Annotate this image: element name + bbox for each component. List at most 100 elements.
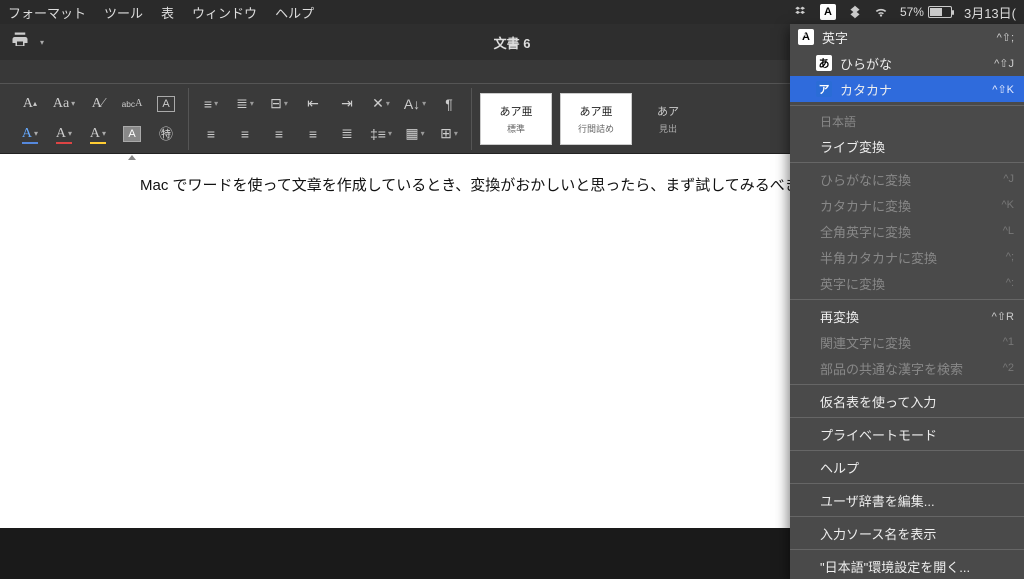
shortcut-label: ^2 [1003,362,1014,374]
input-source-menu: ✓ A 英字 ^⇧; あ ひらがな ^⇧J ア カタカナ ^⇧K 日本語 ライブ… [790,24,1024,579]
text-effects-button[interactable]: A▾ [16,122,44,146]
ime-show-source-name[interactable]: 入力ソース名を表示 [790,520,1024,546]
menu-separator [790,516,1024,517]
ime-badge-icon: あ [816,55,832,71]
shortcut-label: ^⇧J [994,57,1014,70]
ime-convert-eiji: 英字に変換 ^: [790,270,1024,296]
shortcut-label: ^; [1006,251,1014,263]
ime-item-label: ひらがなに変換 [820,170,911,189]
align-right-button[interactable]: ≡ [265,122,293,146]
indent-decrease-button[interactable]: ⇤ [299,92,327,116]
menu-separator [790,483,1024,484]
menubar-app-menu: フォーマット ツール 表 ウィンドウ ヘルプ [8,3,314,22]
menubar-status: A 57% 3月13日( [794,3,1016,22]
quick-access-dropdown-icon[interactable]: ▾ [40,38,44,47]
ime-kana-table[interactable]: 仮名表を使って入力 [790,388,1024,414]
ime-private-mode[interactable]: プライベートモード [790,421,1024,447]
style-name: 標準 [507,122,525,135]
char-shading-button[interactable]: A [118,122,146,146]
date-display[interactable]: 3月13日( [964,3,1016,22]
ime-reconvert[interactable]: 再変換 ^⇧R [790,303,1024,329]
style-heading[interactable]: あア 見出 [640,93,696,145]
menu-tools[interactable]: ツール [104,3,143,22]
menu-separator [790,299,1024,300]
wifi-icon[interactable] [874,5,888,19]
ime-item-label: カタカナに変換 [820,196,911,215]
ime-source-katakana[interactable]: ア カタカナ ^⇧K [790,76,1024,102]
style-name: 行間詰め [578,122,614,135]
style-name: 見出 [659,122,677,135]
input-mode-badge: A [820,4,836,20]
font-grow-button[interactable]: A▴ [16,92,44,116]
ime-open-prefs[interactable]: "日本語"環境設定を開く... [790,553,1024,579]
ime-related-chars: 関連文字に変換 ^1 [790,329,1024,355]
ime-live-convert[interactable]: ライブ変換 [790,133,1024,159]
menu-separator [790,417,1024,418]
bluetooth-icon[interactable] [848,5,862,19]
bullets-button[interactable]: ≡ [197,92,225,116]
shortcut-label: ^⇧K [992,83,1014,96]
text-direction-button[interactable]: ✕ [367,92,395,116]
char-border-button[interactable]: A [152,92,180,116]
multilevel-button[interactable]: ⊟ [265,92,293,116]
input-mode-indicator[interactable]: A [820,4,836,20]
borders-button[interactable]: ⊞ [435,122,463,146]
show-marks-button[interactable]: ¶ [435,92,463,116]
ime-heading-japanese: 日本語 [790,109,1024,133]
shading-button[interactable]: ▦ [401,122,429,146]
line-spacing-button[interactable]: ‡≡ [367,122,395,146]
menu-window[interactable]: ウィンドウ [192,3,257,22]
highlight-button[interactable]: A▾ [84,122,112,146]
body-text[interactable]: Mac でワードを使って文章を作成しているとき、変換がおかしいと思ったら、まず試… [140,177,860,194]
menu-separator [790,384,1024,385]
menu-format[interactable]: フォーマット [8,3,86,22]
ime-item-label: 半角カタカナに変換 [820,248,937,267]
ime-source-label: 英字 [822,28,848,47]
align-left-button[interactable]: ≡ [197,122,225,146]
ime-item-label: 全角英字に変換 [820,222,911,241]
shortcut-label: ^⇧R [992,310,1014,323]
ribbon-paragraph-group: ≡ ≣ ⊟ ⇤ ⇥ ✕ A↓ ¶ ≡ ≡ ≡ ≡ ≣ ‡≡ ▦ ⊞ [189,88,472,150]
font-color-button[interactable]: A▾ [50,122,78,146]
ime-source-hiragana[interactable]: あ ひらがな ^⇧J [790,50,1024,76]
align-center-button[interactable]: ≡ [231,122,259,146]
font-size-button[interactable]: Aa▾ [50,92,78,116]
ime-convert-halfkana: 半角カタカナに変換 ^; [790,244,1024,270]
style-sample: あア亜 [580,103,613,119]
ruler-indent-marker[interactable] [122,154,146,164]
align-justify-button[interactable]: ≡ [299,122,327,146]
ime-item-label: 英字に変換 [820,274,885,293]
indent-increase-button[interactable]: ⇥ [333,92,361,116]
enclose-char-button[interactable]: ㊕ [152,122,180,146]
menu-separator [790,450,1024,451]
menu-table[interactable]: 表 [161,3,174,22]
ime-badge-icon: ア [816,81,832,97]
ime-source-label: ひらがな [840,54,892,73]
phonetic-guide-button[interactable]: abcA [118,92,146,116]
battery-indicator[interactable]: 57% [900,5,952,19]
distribute-button[interactable]: ≣ [333,122,361,146]
ime-convert-hiragana: ひらがなに変換 ^J [790,166,1024,192]
ime-edit-dictionary[interactable]: ユーザ辞書を編集... [790,487,1024,513]
shortcut-label: ^L [1003,225,1014,237]
check-icon: ✓ [798,30,808,44]
sort-button[interactable]: A↓ [401,92,429,116]
print-button[interactable] [10,31,30,54]
dropbox-icon[interactable] [794,5,808,19]
clear-format-button[interactable]: A⁄ [84,92,112,116]
menu-help[interactable]: ヘルプ [275,3,314,22]
ime-item-label: 再変換 [820,307,859,326]
ribbon-styles-group: あア亜 標準 あア亜 行間詰め あア 見出 [472,93,704,145]
battery-icon [928,6,952,18]
shortcut-label: ^⇧; [997,31,1014,44]
ime-convert-katakana: カタカナに変換 ^K [790,192,1024,218]
style-sample: あア亜 [500,103,533,119]
ime-source-label: カタカナ [840,80,892,99]
style-sample: あア [657,103,679,119]
ime-source-english[interactable]: ✓ A 英字 ^⇧; [790,24,1024,50]
style-tight[interactable]: あア亜 行間詰め [560,93,632,145]
system-menubar: フォーマット ツール 表 ウィンドウ ヘルプ A 57% 3月13日( [0,0,1024,24]
style-normal[interactable]: あア亜 標準 [480,93,552,145]
ime-help[interactable]: ヘルプ [790,454,1024,480]
numbering-button[interactable]: ≣ [231,92,259,116]
